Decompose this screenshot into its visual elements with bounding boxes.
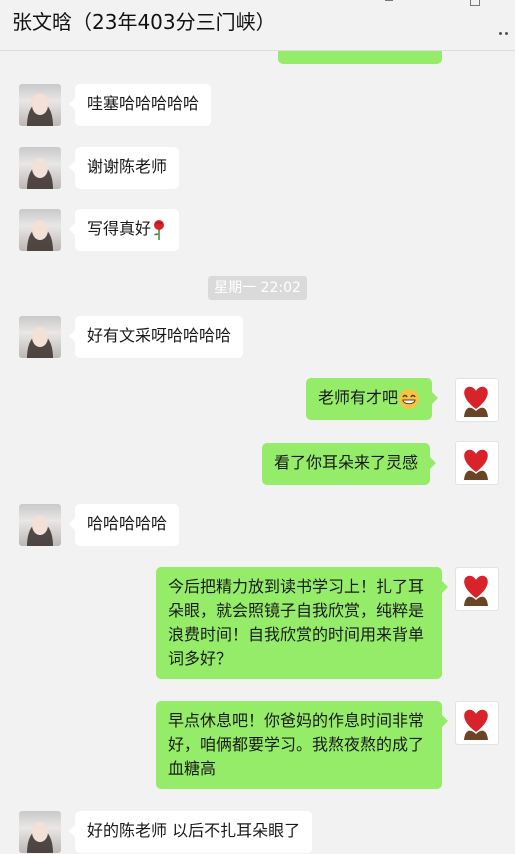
- contact-avatar[interactable]: [19, 504, 61, 546]
- message-bubble[interactable]: 看了你耳朵来了灵感: [262, 443, 437, 485]
- message-bubble[interactable]: 写得真好: [68, 209, 180, 251]
- contact-avatar[interactable]: [19, 147, 61, 189]
- contact-avatar[interactable]: [19, 209, 61, 251]
- maximize-icon[interactable]: [470, 0, 480, 6]
- message-text: 看了你耳朵来了灵感: [274, 453, 419, 472]
- message-bubble[interactable]: 早点休息吧！你爸妈的作息时间非常好，咱俩都要学习。我熬夜熬的成了血糖高: [156, 701, 448, 789]
- message-bubble[interactable]: 哈哈哈哈哈: [68, 504, 180, 546]
- message-bubble[interactable]: 老师有才吧: [306, 378, 439, 420]
- chat-title: 张文晗（23年403分三门峡）: [12, 10, 276, 34]
- message-text: 好的陈老师 以后不扎耳朵眼了: [87, 821, 301, 840]
- message-bubble[interactable]: 好的陈老师 以后不扎耳朵眼了: [68, 811, 313, 853]
- contact-avatar[interactable]: [19, 84, 61, 126]
- self-avatar[interactable]: [455, 701, 499, 745]
- message-bubble[interactable]: 谢谢陈老师: [68, 147, 180, 189]
- message-text: 老师有才吧: [318, 388, 399, 407]
- contact-avatar[interactable]: [19, 811, 61, 853]
- self-avatar[interactable]: [455, 378, 499, 422]
- message-bubble[interactable]: 哇塞哈哈哈哈哈: [68, 84, 212, 126]
- timestamp: 星期一 22:02: [208, 276, 307, 300]
- message-text: 写得真好: [87, 219, 152, 238]
- minimize-icon[interactable]: [385, 0, 393, 1]
- message-text: 哈哈哈哈哈: [87, 514, 168, 533]
- message-text: 谢谢陈老师: [87, 157, 168, 176]
- self-avatar[interactable]: [455, 567, 499, 611]
- message-bubble[interactable]: 好有文采呀哈哈哈哈: [68, 316, 244, 358]
- more-options-icon[interactable]: [499, 20, 513, 35]
- grin-emoji-icon: [399, 388, 420, 409]
- chat-header: 张文晗（23年403分三门峡）: [0, 0, 515, 51]
- message-text: 早点休息吧！你爸妈的作息时间非常好，咱俩都要学习。我熬夜熬的成了血糖高: [168, 711, 425, 778]
- rose-icon: [154, 219, 165, 240]
- message-bubble[interactable]: 今后把精力放到读书学习上！扎了耳朵眼，就会照镜子自我欣赏，纯粹是浪费时间！自我欣…: [156, 567, 448, 679]
- contact-avatar[interactable]: [19, 316, 61, 358]
- message-text: 好有文采呀哈哈哈哈: [87, 326, 232, 345]
- self-avatar[interactable]: [455, 441, 499, 485]
- message-text: 今后把精力放到读书学习上！扎了耳朵眼，就会照镜子自我欣赏，纯粹是浪费时间！自我欣…: [168, 577, 425, 668]
- message-text: 哇塞哈哈哈哈哈: [87, 94, 200, 113]
